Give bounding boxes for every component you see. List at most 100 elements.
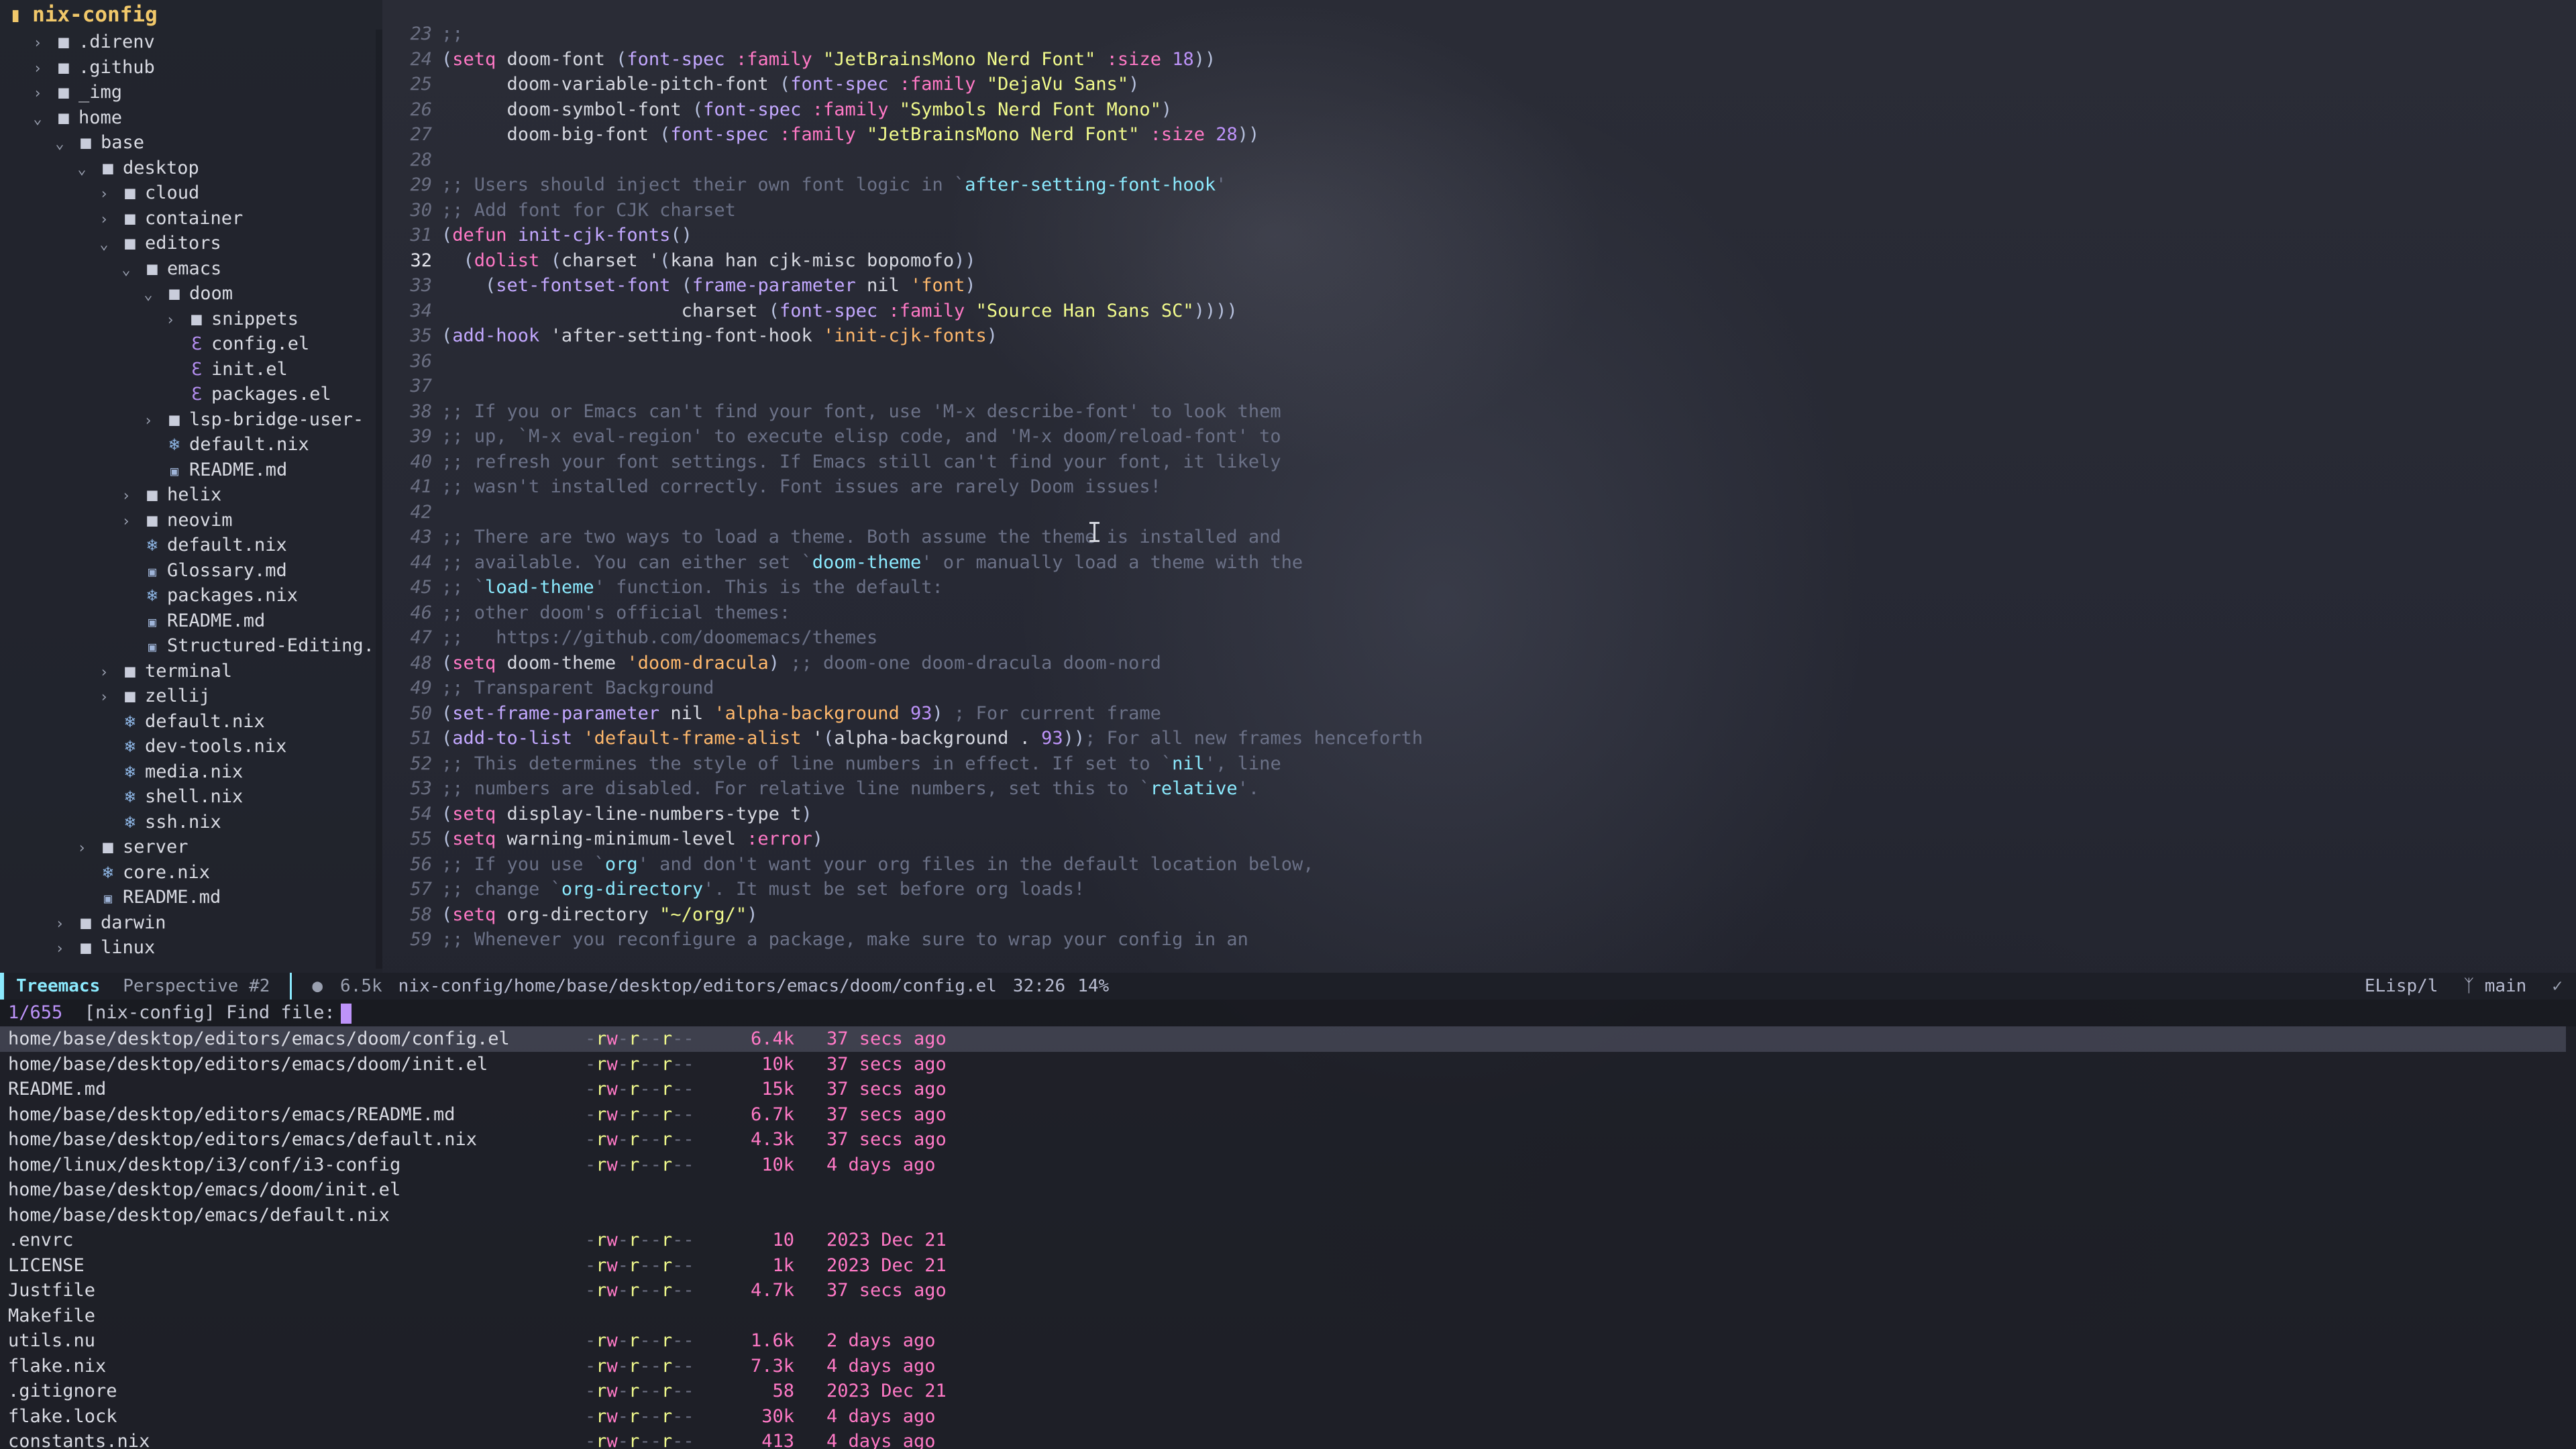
code-line[interactable]: 34 charset (font-spec :family "Source Ha…	[389, 299, 2576, 324]
completion-candidate[interactable]: .envrc -rw-r--r-- 10 2023 Dec 21	[0, 1228, 2576, 1253]
tree-file[interactable]: ℇpackages.el	[0, 382, 382, 407]
file-tree[interactable]: › ■ .direnv › ■ .github › ■ _img ⌄ ■ home ⌄ ■ base ⌄ ■ de…	[0, 30, 382, 961]
minibuffer[interactable]: 1/655 [nix-config] Find file:	[0, 1000, 2576, 1026]
major-mode[interactable]: ELisp/l	[2365, 976, 2438, 996]
completion-candidate[interactable]: home/base/desktop/emacs/default.nix	[0, 1203, 2576, 1228]
code-line[interactable]: 47 ;; https://github.com/doomemacs/themes	[389, 625, 2576, 651]
code-line[interactable]: 46 ;; other doom's official themes:	[389, 600, 2576, 626]
tree-file[interactable]: ℇinit.el	[0, 357, 382, 382]
code-buffer[interactable]: 23;; 24 (setq doom-font (font-spec :family…	[389, 21, 2576, 953]
code-line[interactable]: 30 ;; Add font for CJK charset	[389, 198, 2576, 223]
code-editor[interactable]: 23;; 24 (setq doom-font (font-spec :family…	[389, 21, 2576, 973]
code-line[interactable]: 40 ;; refresh your font settings. If Emac…	[389, 449, 2576, 475]
code-line[interactable]: 55 (setq warning-minimum-level :error)	[389, 826, 2576, 852]
code-line[interactable]: 49 ;; Transparent Background	[389, 676, 2576, 701]
git-branch[interactable]: ᛉ main	[2463, 976, 2526, 996]
tree-file[interactable]: ▣ README.md	[0, 608, 382, 634]
code-line[interactable]: 52 ;; This determines the style of line n…	[389, 751, 2576, 777]
code-line[interactable]: 37	[389, 374, 2576, 399]
code-line[interactable]: 24 (setq doom-font (font-spec :family "Je…	[389, 47, 2576, 72]
code-line[interactable]: 41 ;; wasn't installed correctly. Font is…	[389, 474, 2576, 500]
completion-candidate[interactable]: home/base/desktop/editors/emacs/doom/ini…	[0, 1052, 2576, 1077]
tree-folder[interactable]: › ■ terminal	[0, 659, 382, 684]
completion-candidate[interactable]: home/base/desktop/emacs/doom/init.el	[0, 1177, 2576, 1203]
tree-file[interactable]: ▣ README.md	[0, 885, 382, 910]
completion-candidate[interactable]: home/base/desktop/editors/emacs/default.…	[0, 1127, 2576, 1152]
tree-file[interactable]: ❄ dev-tools.nix	[0, 734, 382, 759]
completion-candidate[interactable]: LICENSE -rw-r--r-- 1k 2023 Dec 21	[0, 1253, 2576, 1279]
code-line[interactable]: 31 (defun init-cjk-fonts()	[389, 223, 2576, 248]
code-line[interactable]: 59 ;; Whenever you reconfigure a package,…	[389, 927, 2576, 953]
tree-folder[interactable]: › ■ _img	[0, 80, 382, 105]
tree-file[interactable]: ▣ Structured-Editing.	[0, 633, 382, 659]
tree-folder[interactable]: › ■ cloud	[0, 180, 382, 206]
tree-folder[interactable]: ⌄ ■ emacs	[0, 256, 382, 282]
sidebar-scrollbar[interactable]	[376, 30, 382, 969]
code-line[interactable]: 26 doom-symbol-font (font-spec :family "…	[389, 97, 2576, 123]
tree-folder[interactable]: › ■ container	[0, 206, 382, 231]
code-line[interactable]: 53 ;; numbers are disabled. For relative …	[389, 776, 2576, 802]
code-line[interactable]: 58 (setq org-directory "~/org/")	[389, 902, 2576, 928]
tree-folder[interactable]: › ■ .github	[0, 55, 382, 80]
tree-folder[interactable]: ⌄ ■ base	[0, 130, 382, 156]
code-line[interactable]: 42	[389, 500, 2576, 525]
treemacs-sidebar[interactable]: ▮ nix-config › ■ .direnv › ■ .github › ■ _img ⌄ ■ h…	[0, 0, 382, 973]
tree-folder[interactable]: ⌄ ■ desktop	[0, 156, 382, 181]
tree-folder[interactable]: › ■ server	[0, 835, 382, 860]
tree-file[interactable]: ▣ README.md	[0, 458, 382, 483]
tree-file[interactable]: ❄ shell.nix	[0, 784, 382, 810]
completion-candidate[interactable]: home/base/desktop/editors/emacs/README.m…	[0, 1102, 2576, 1128]
completion-candidate[interactable]: home/linux/desktop/i3/conf/i3-config -rw-…	[0, 1152, 2576, 1178]
code-line[interactable]: 27 doom-big-font (font-spec :family "Jet…	[389, 122, 2576, 148]
code-line[interactable]: 35 (add-hook 'after-setting-font-hook 'in…	[389, 323, 2576, 349]
completion-candidate[interactable]: utils.nu -rw-r--r-- 1.6k 2 days ago	[0, 1328, 2576, 1354]
code-line[interactable]: 28	[389, 148, 2576, 173]
tree-folder[interactable]: › ■ lsp-bridge-user-	[0, 407, 382, 433]
tree-file[interactable]: ❄ default.nix	[0, 432, 382, 458]
code-line[interactable]: 51 (add-to-list 'default-frame-alist '(al…	[389, 726, 2576, 751]
code-line[interactable]: 45 ;; `load-theme' function. This is the …	[389, 575, 2576, 600]
code-line[interactable]: 56 ;; If you use `org' and don't want you…	[389, 852, 2576, 877]
tree-folder[interactable]: ⌄ ■ home	[0, 105, 382, 131]
completion-candidate[interactable]: constants.nix -rw-r--r-- 413 4 days ago	[0, 1429, 2576, 1449]
tree-file[interactable]: ℇconfig.el	[0, 331, 382, 357]
code-line[interactable]: 36	[389, 349, 2576, 374]
completion-candidate[interactable]: README.md -rw-r--r-- 15k 37 secs ago	[0, 1077, 2576, 1102]
tree-folder[interactable]: ⌄ ■ doom	[0, 281, 382, 307]
tree-file[interactable]: ❄ default.nix	[0, 533, 382, 558]
tree-folder[interactable]: › ■ helix	[0, 482, 382, 508]
code-line[interactable]: 38 ;; If you or Emacs can't find your fon…	[389, 399, 2576, 425]
code-line[interactable]: 23;;	[389, 21, 2576, 47]
tree-folder[interactable]: › ■ zellij	[0, 684, 382, 709]
code-line[interactable]: 50 (set-frame-parameter nil 'alpha-backgr…	[389, 701, 2576, 727]
tree-folder[interactable]: ⌄ ■ editors	[0, 231, 382, 256]
tree-file[interactable]: ▣ Glossary.md	[0, 558, 382, 584]
tree-file[interactable]: ❄ media.nix	[0, 759, 382, 785]
tree-file[interactable]: ❄ default.nix	[0, 709, 382, 735]
code-line[interactable]: 54 (setq display-line-numbers-type t)	[389, 802, 2576, 827]
code-line[interactable]: 29 ;; Users should inject their own font …	[389, 172, 2576, 198]
minibuffer-input-cursor[interactable]	[340, 1003, 352, 1024]
tree-folder[interactable]: › ■ snippets	[0, 307, 382, 332]
code-line[interactable]: 48 (setq doom-theme 'doom-dracula) ;; doo…	[389, 651, 2576, 676]
tree-folder[interactable]: › ■ darwin	[0, 910, 382, 936]
code-line[interactable]: 25 doom-variable-pitch-font (font-spec :…	[389, 72, 2576, 97]
tree-file[interactable]: ❄ ssh.nix	[0, 810, 382, 835]
completion-candidate[interactable]: .gitignore -rw-r--r-- 58 2023 Dec 21	[0, 1379, 2576, 1404]
code-line[interactable]: 32 (dolist (charset '(kana han cjk-misc …	[389, 248, 2576, 274]
completion-candidate[interactable]: flake.lock -rw-r--r-- 30k 4 days ago	[0, 1404, 2576, 1430]
tree-folder[interactable]: › ■ .direnv	[0, 30, 382, 55]
completion-candidate[interactable]: Makefile	[0, 1303, 2576, 1329]
tree-file[interactable]: ❄ packages.nix	[0, 583, 382, 608]
code-line[interactable]: 43 ;; There are two ways to load a theme.…	[389, 525, 2576, 550]
code-line[interactable]: 39 ;; up, `M-x eval-region' to execute el…	[389, 424, 2576, 449]
tree-folder[interactable]: › ■ linux	[0, 935, 382, 961]
treemacs-tab[interactable]: Treemacs	[0, 973, 123, 1000]
code-line[interactable]: 57 ;; change `org-directory'. It must be …	[389, 877, 2576, 902]
perspective-label[interactable]: Perspective #2	[123, 973, 290, 1000]
code-line[interactable]: 33 (set-fontset-font (frame-parameter ni…	[389, 273, 2576, 299]
code-line[interactable]: 44 ;; available. You can either set `doom…	[389, 550, 2576, 576]
tree-file[interactable]: ❄ core.nix	[0, 860, 382, 885]
tree-folder[interactable]: › ■ neovim	[0, 508, 382, 533]
completion-list[interactable]: home/base/desktop/editors/emacs/doom/con…	[0, 1026, 2576, 1449]
